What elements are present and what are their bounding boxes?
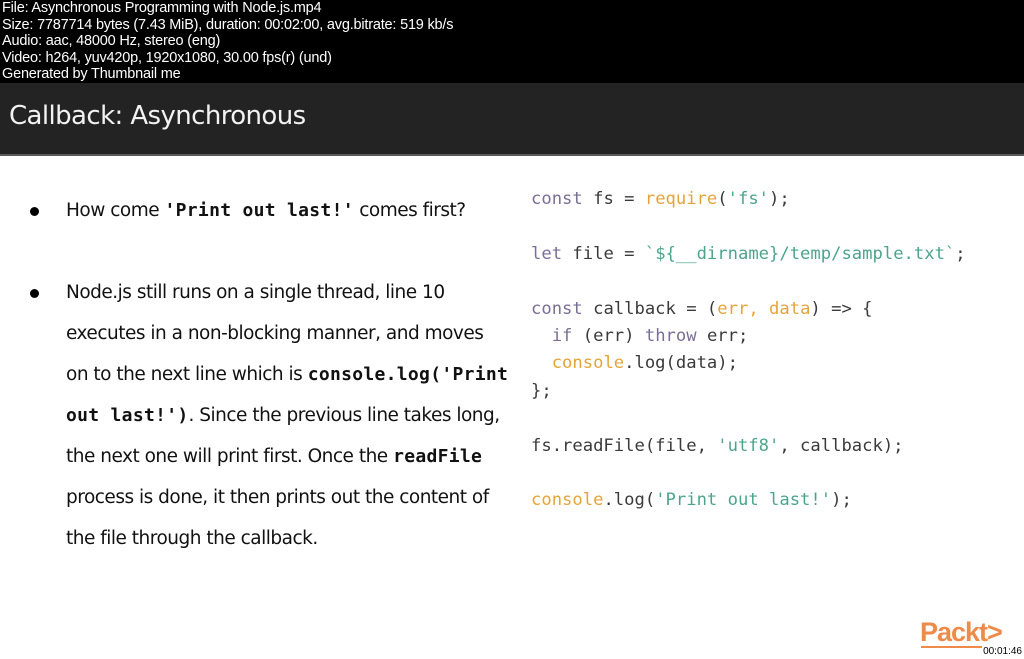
bullet-dot-icon [30, 207, 39, 216]
meta-video-line: Video: h264, yuv420p, 1920x1080, 30.00 f… [2, 49, 332, 66]
code-token: ) => { [810, 298, 873, 319]
bullet-text: Node.js still runs on a single thread, l… [66, 282, 508, 549]
code-token: .log( [603, 490, 656, 511]
code-token: 'utf8' [717, 435, 780, 456]
code-token: require [644, 189, 718, 209]
code-line: console.log('Print out last!'); [531, 487, 966, 514]
code-line: if (err) throw err; [531, 323, 966, 350]
code-token: 'fs' [727, 189, 770, 209]
text-run: How come [66, 200, 165, 221]
code-token: file = [562, 243, 645, 264]
code-token: callback = ( [582, 298, 718, 319]
code-token: fs = [582, 189, 645, 209]
code-line: }; [531, 378, 966, 405]
text-run: process is done, it then prints out the … [66, 487, 489, 549]
code-token: throw [644, 325, 697, 346]
code-token: (err) [572, 325, 645, 346]
code-line: console.log(data); [531, 350, 966, 377]
code-line: fs.readFile(file, 'utf8', callback); [531, 433, 966, 460]
code-token: }; [531, 380, 552, 401]
meta-file-line: File: Asynchronous Programming with Node… [2, 0, 322, 16]
code-token: const [531, 298, 583, 319]
code-token: console [551, 353, 625, 374]
code-token: if [551, 325, 573, 346]
code-line: const callback = (err, data) => { [531, 296, 966, 323]
video-timestamp: 00:01:46 [982, 646, 1023, 657]
code-token: `${__dirname}/temp/sample.txt` [644, 243, 956, 264]
code-token: fs.readFile(file, [531, 435, 718, 456]
code-token: 'Print out last!' [655, 490, 832, 511]
code-token: , callback); [779, 435, 904, 456]
code-token: const [531, 189, 583, 209]
slide-title-bar: Callback: Asynchronous [0, 83, 1024, 156]
inline-code: readFile [393, 446, 483, 467]
bullet-item: How come 'Print out last!' comes first? [30, 190, 510, 231]
bullet-text: How come 'Print out last!' comes first? [66, 200, 466, 221]
packt-logo: Packt> [920, 617, 1003, 647]
meta-size-line: Size: 7787714 bytes (7.43 MiB), duration… [2, 16, 454, 33]
code-token: console [531, 490, 604, 511]
slide-title: Callback: Asynchronous [9, 101, 306, 131]
code-token: let [531, 243, 563, 264]
bullet-list: How come 'Print out last!' comes first? … [30, 190, 510, 559]
code-token: ); [831, 490, 852, 511]
meta-audio-line: Audio: aac, 48000 Hz, stereo (eng) [2, 33, 221, 50]
bullet-dot-icon [30, 289, 39, 298]
video-metadata-header: File: Asynchronous Programming with Node… [0, 0, 1024, 83]
code-token: ; [955, 243, 966, 264]
inline-code: 'Print out last!' [164, 200, 354, 221]
text-run: comes first? [353, 200, 466, 221]
code-line: const fs = require('fs'); [531, 186, 966, 213]
code-line: let file = `${__dirname}/temp/sample.txt… [531, 241, 966, 268]
code-token: ); [769, 189, 790, 209]
code-token: .log(data); [624, 353, 738, 374]
code-token: err, data [717, 298, 811, 319]
meta-generator-line: Generated by Thumbnail me [2, 66, 181, 83]
code-token: err; [696, 325, 749, 346]
code-block: const fs = require('fs'); let file = `${_… [531, 186, 966, 515]
bullet-item: Node.js still runs on a single thread, l… [30, 272, 510, 559]
code-token: ( [717, 189, 728, 209]
